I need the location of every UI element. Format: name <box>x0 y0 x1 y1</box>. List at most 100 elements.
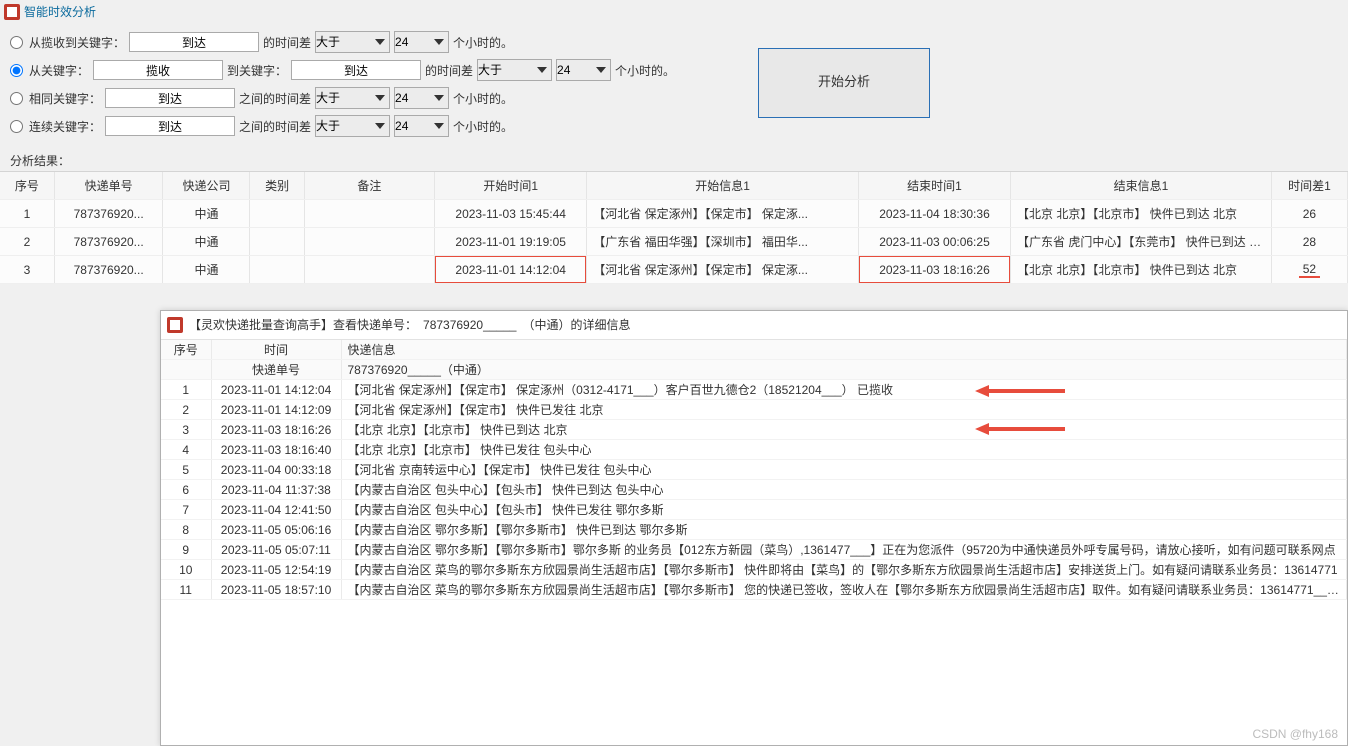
cell-no: 787376920... <box>54 256 163 284</box>
detail-row[interactable]: 32023-11-03 18:16:26【北京 北京】【北京市】 快件已到达 北… <box>161 420 1347 440</box>
dcell-idx: 5 <box>161 460 211 480</box>
detail-titlebar[interactable]: 【灵欢快递批量查询高手】查看快递单号： 787376920_____ （中通）的… <box>161 311 1347 340</box>
cell-idx: 1 <box>0 200 54 228</box>
cell-etime: 2023-11-03 00:06:25 <box>858 228 1010 256</box>
cell-idx: 2 <box>0 228 54 256</box>
col-idx[interactable]: 序号 <box>0 172 54 200</box>
opt2-mid1: 到关键字： <box>227 62 287 79</box>
dcell-time: 2023-11-04 00:33:18 <box>211 460 341 480</box>
radio-opt1[interactable] <box>10 36 23 49</box>
detail-row[interactable]: 52023-11-04 00:33:18【河北省 京南转运中心】【保定市】 快件… <box>161 460 1347 480</box>
detail-row[interactable]: 82023-11-05 05:06:16【内蒙古自治区 鄂尔多斯】【鄂尔多斯市】… <box>161 520 1347 540</box>
cell-etime: 2023-11-04 18:30:36 <box>858 200 1010 228</box>
opt2-prefix: 从关键字： <box>29 62 89 79</box>
dsub-0 <box>161 360 211 380</box>
col-diff[interactable]: 时间差1 <box>1271 172 1347 200</box>
dcol-idx[interactable]: 序号 <box>161 340 211 360</box>
dcell-time: 2023-11-05 05:06:16 <box>211 520 341 540</box>
detail-title-carrier: （中通）的详细信息 <box>522 311 630 339</box>
detail-row[interactable]: 42023-11-03 18:16:40【北京 北京】【北京市】 快件已发往 包… <box>161 440 1347 460</box>
dcell-idx: 4 <box>161 440 211 460</box>
dcell-info: 【河北省 保定涿州】【保定市】 保定涿州（0312-4171___）客户百世九德… <box>341 380 1347 400</box>
opt4-op-select[interactable]: 大于 <box>315 115 390 137</box>
col-cat[interactable]: 类别 <box>250 172 304 200</box>
cell-stime: 2023-11-01 19:19:05 <box>435 228 587 256</box>
detail-row[interactable]: 112023-11-05 18:57:10【内蒙古自治区 菜鸟的鄂尔多斯东方欣园… <box>161 580 1347 600</box>
dcell-info: 【河北省 保定涿州】【保定市】 快件已发往 北京 <box>341 400 1347 420</box>
cell-sinfo: 【河北省 保定涿州】【保定市】 保定涿... <box>587 200 859 228</box>
col-co[interactable]: 快递公司 <box>163 172 250 200</box>
app-icon <box>167 317 183 333</box>
col-no[interactable]: 快递单号 <box>54 172 163 200</box>
table-row[interactable]: 2787376920...中通2023-11-01 19:19:05【广东省 福… <box>0 228 1348 256</box>
detail-row[interactable]: 72023-11-04 12:41:50【内蒙古自治区 包头中心】【包头市】 快… <box>161 500 1347 520</box>
opt4-mid: 之间的时间差 <box>239 118 311 135</box>
cell-einfo: 【广东省 虎门中心】【东莞市】 快件已到达 虎门中心 <box>1011 228 1272 256</box>
opt3-op-select[interactable]: 大于 <box>315 87 390 109</box>
opt1-hours-select[interactable]: 24 <box>394 31 449 53</box>
dcell-idx: 6 <box>161 480 211 500</box>
cell-sinfo: 【广东省 福田华强】【深圳市】 福田华... <box>587 228 859 256</box>
cell-no: 787376920... <box>54 200 163 228</box>
opt1-mid: 的时间差 <box>263 34 311 51</box>
col-sinfo[interactable]: 开始信息1 <box>587 172 859 200</box>
dcell-time: 2023-11-04 11:37:38 <box>211 480 341 500</box>
table-row[interactable]: 1787376920...中通2023-11-03 15:45:44【河北省 保… <box>0 200 1348 228</box>
opt3-hours-select[interactable]: 24 <box>394 87 449 109</box>
cell-co: 中通 <box>163 256 250 284</box>
radio-opt2[interactable] <box>10 64 23 77</box>
dsub-2: 787376920_____（中通） <box>341 360 1347 380</box>
dcell-idx: 8 <box>161 520 211 540</box>
dcell-info: 【内蒙古自治区 鄂尔多斯】【鄂尔多斯市】 快件已到达 鄂尔多斯 <box>341 520 1347 540</box>
watermark: CSDN @fhy168 <box>1252 727 1338 741</box>
cell-co: 中通 <box>163 200 250 228</box>
detail-title-no: 787376920_____ <box>423 311 516 339</box>
opt2-kw2-input[interactable] <box>291 60 421 80</box>
opt3-keyword-input[interactable] <box>105 88 235 108</box>
col-stime[interactable]: 开始时间1 <box>435 172 587 200</box>
analyze-button[interactable]: 开始分析 <box>758 48 930 118</box>
detail-header-row: 序号 时间 快递信息 <box>161 340 1347 360</box>
dcell-info: 【内蒙古自治区 菜鸟的鄂尔多斯东方欣园景尚生活超市店】【鄂尔多斯市】 快件即将由… <box>341 560 1347 580</box>
cell-cat <box>250 256 304 284</box>
col-einfo[interactable]: 结束信息1 <box>1011 172 1272 200</box>
detail-row[interactable]: 102023-11-05 12:54:19【内蒙古自治区 菜鸟的鄂尔多斯东方欣园… <box>161 560 1347 580</box>
dsub-1: 快递单号 <box>211 360 341 380</box>
opt2-mid2: 的时间差 <box>425 62 473 79</box>
detail-row[interactable]: 92023-11-05 05:07:11【内蒙古自治区 鄂尔多斯】【鄂尔多斯市】… <box>161 540 1347 560</box>
dcell-info: 【内蒙古自治区 鄂尔多斯】【鄂尔多斯市】鄂尔多斯 的业务员【012东方新园（菜鸟… <box>341 540 1347 560</box>
opt2-kw1-input[interactable] <box>93 60 223 80</box>
dcol-info[interactable]: 快递信息 <box>341 340 1347 360</box>
cell-remark <box>304 200 434 228</box>
results-grid: 序号 快递单号 快递公司 类别 备注 开始时间1 开始信息1 结束时间1 结束信… <box>0 171 1348 284</box>
radio-opt3[interactable] <box>10 92 23 105</box>
dcol-time[interactable]: 时间 <box>211 340 341 360</box>
cell-stime: 2023-11-01 14:12:04 <box>435 256 587 284</box>
cell-diff: 28 <box>1271 228 1347 256</box>
opt1-keyword-input[interactable] <box>129 32 259 52</box>
dcell-idx: 11 <box>161 580 211 600</box>
opt4-hours-select[interactable]: 24 <box>394 115 449 137</box>
detail-title-prefix: 【灵欢快递批量查询高手】查看快递单号： <box>189 311 417 339</box>
detail-row[interactable]: 12023-11-01 14:12:04【河北省 保定涿州】【保定市】 保定涿州… <box>161 380 1347 400</box>
opt1-op-select[interactable]: 大于 <box>315 31 390 53</box>
dcell-idx: 10 <box>161 560 211 580</box>
table-row[interactable]: 3787376920...中通2023-11-01 14:12:04【河北省 保… <box>0 256 1348 284</box>
col-etime[interactable]: 结束时间1 <box>858 172 1010 200</box>
opt2-hours-select[interactable]: 24 <box>556 59 611 81</box>
radio-opt4[interactable] <box>10 120 23 133</box>
cell-cat <box>250 200 304 228</box>
col-remark[interactable]: 备注 <box>304 172 434 200</box>
opt2-op-select[interactable]: 大于 <box>477 59 552 81</box>
detail-row[interactable]: 62023-11-04 11:37:38【内蒙古自治区 包头中心】【包头市】 快… <box>161 480 1347 500</box>
cell-diff: 26 <box>1271 200 1347 228</box>
opt4-keyword-input[interactable] <box>105 116 235 136</box>
dcell-time: 2023-11-05 18:57:10 <box>211 580 341 600</box>
opt2-suffix: 个小时的。 <box>615 62 675 79</box>
filter-row-2: 从关键字： 到关键字： 的时间差 大于 24 个小时的。 <box>10 56 1338 84</box>
detail-row[interactable]: 22023-11-01 14:12:09【河北省 保定涿州】【保定市】 快件已发… <box>161 400 1347 420</box>
app-icon <box>4 4 20 20</box>
cell-cat <box>250 228 304 256</box>
filter-form: 从揽收到关键字： 的时间差 大于 24 个小时的。 从关键字： 到关键字： 的时… <box>0 24 1348 146</box>
detail-grid: 序号 时间 快递信息 快递单号 787376920_____（中通） 12023… <box>161 340 1347 745</box>
